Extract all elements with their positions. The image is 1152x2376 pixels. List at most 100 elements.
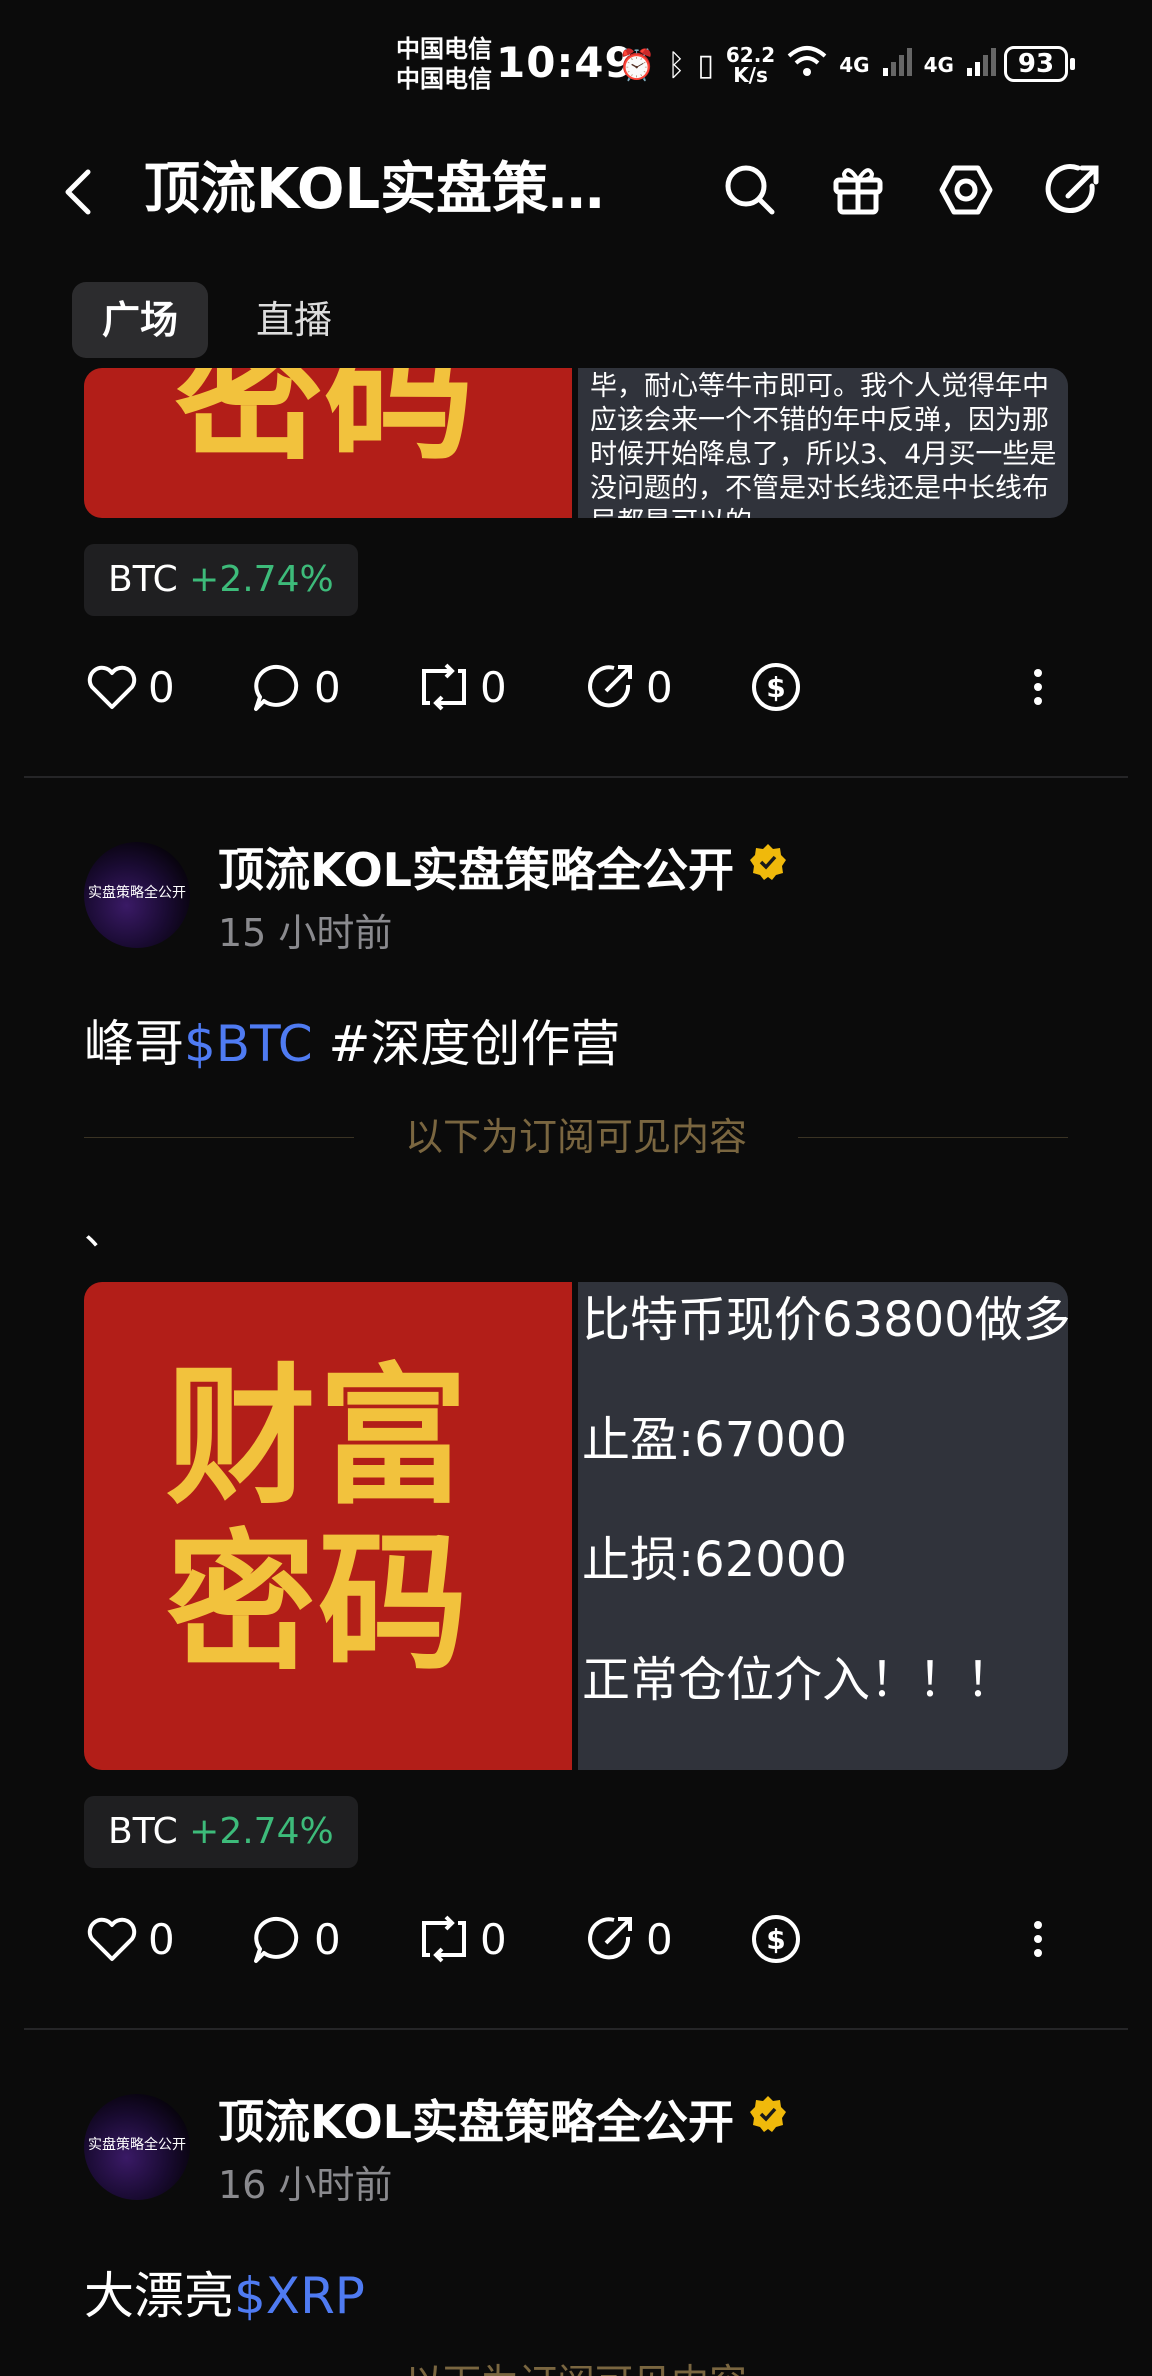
share-post-button[interactable]: 0 — [582, 1904, 673, 1974]
cashtag-link[interactable]: $XRP — [234, 2267, 365, 2325]
vibrate-icon: ▯ — [697, 47, 714, 83]
signal-2-label: 4G — [923, 53, 954, 77]
post-text: 峰哥$BTC #深度创作营 — [84, 1015, 621, 1073]
post-author[interactable]: 实盘策略全公开 顶流KOL实盘策略全公开 15 小时前 — [84, 834, 1084, 955]
gift-icon — [833, 168, 883, 215]
post-divider — [24, 2028, 1128, 2030]
like-button[interactable]: 0 — [84, 652, 175, 722]
comment-count: 0 — [314, 662, 341, 712]
repost-count: 0 — [480, 662, 507, 712]
subscription-label: 以下为订阅可见内容 — [84, 2358, 1068, 2376]
coin-tag-change: +2.74% — [189, 1811, 334, 1852]
comment-button[interactable]: 0 — [250, 1904, 341, 1974]
tip-button[interactable]: $ — [748, 1904, 804, 1974]
tab-live[interactable]: 直播 — [226, 282, 362, 358]
net-speed: 62.2 K/s — [725, 43, 776, 87]
post-image[interactable]: 财富 密码 比特币现价63800做多 止盈:67000 止损:62000 正常仓… — [84, 1282, 1068, 1770]
gear-icon — [939, 165, 993, 215]
more-options-button[interactable] — [1028, 652, 1048, 722]
post-divider — [24, 776, 1128, 778]
post-text: 大漂亮$XRP — [84, 2267, 365, 2325]
post-time: 15 小时前 — [218, 911, 393, 955]
signal-1-label: 4G — [839, 53, 870, 77]
clock: 10:49 — [496, 38, 635, 87]
signal-2-icon — [966, 46, 996, 84]
comment-icon — [254, 1916, 299, 1963]
post-image-title-line2: 密码 — [166, 1515, 471, 1691]
tab-plaza[interactable]: 广场 — [72, 282, 209, 358]
post-image[interactable]: 密码 毕，耐心等牛市即可。我个人觉得年中 应该会来一个不错的年中反弹，因为那 时… — [84, 368, 1068, 518]
post-time: 16 小时前 — [218, 2163, 393, 2207]
gift-button[interactable] — [826, 158, 890, 222]
tab-bar: 广场 直播 — [72, 282, 362, 358]
post-image-title-line1: 财富 — [166, 1349, 471, 1525]
like-button[interactable]: 0 — [84, 1904, 175, 1974]
heart-icon — [87, 1917, 137, 1961]
post-image-left: 密码 — [84, 368, 572, 518]
search-icon — [725, 165, 775, 215]
battery-indicator: 93 — [1004, 46, 1075, 82]
subscription-label: 以下为订阅可见内容 — [404, 1115, 747, 1159]
post-image-left: 财富 密码 — [84, 1282, 572, 1770]
status-bar: 中国电信 中国电信 10:49 ⏰ ᛒ ▯ 62.2 K/s 4G 4G 93 — [0, 0, 1152, 130]
repost-icon — [422, 663, 466, 711]
cashtag-link[interactable]: $BTC — [184, 1015, 313, 1073]
alarm-icon: ⏰ — [618, 47, 656, 83]
share-icon — [588, 1917, 632, 1960]
coin-tag[interactable]: BTC +2.74% — [84, 544, 358, 616]
settings-button[interactable] — [934, 158, 998, 222]
share-icon — [588, 665, 632, 708]
coin-tag-symbol: BTC — [108, 1811, 178, 1852]
share-button[interactable] — [1042, 158, 1106, 222]
post-author[interactable]: 实盘策略全公开 顶流KOL实盘策略全公开 16 小时前 — [84, 2086, 1084, 2207]
bluetooth-icon: ᛒ — [667, 47, 686, 83]
comment-icon — [254, 664, 299, 711]
repost-button[interactable]: 0 — [416, 652, 507, 722]
repost-icon — [422, 1915, 466, 1963]
repost-count: 0 — [480, 1914, 507, 1964]
search-button[interactable] — [718, 158, 782, 222]
post-image-right: 比特币现价63800做多 止盈:67000 止损:62000 正常仓位介入！！！ — [578, 1282, 1068, 1770]
share-count: 0 — [646, 662, 673, 712]
more-vertical-icon — [1034, 1921, 1042, 1957]
top-app-bar: 顶流KOL实盘策… — [0, 140, 1152, 240]
like-count: 0 — [148, 1914, 175, 1964]
svg-text:$: $ — [766, 1923, 785, 1956]
heart-icon — [87, 665, 137, 709]
avatar[interactable]: 实盘策略全公开 — [84, 2094, 190, 2200]
coin-tag-symbol: BTC — [108, 559, 178, 600]
chevron-left-icon — [65, 169, 91, 215]
back-button[interactable] — [50, 162, 110, 222]
post-extra-mark: 、 — [84, 1208, 124, 1254]
status-icons: ⏰ ᛒ ▯ 62.2 K/s 4G 4G — [618, 40, 996, 90]
subscription-divider: 以下为订阅可见内容 — [84, 1112, 1068, 1162]
carrier-1: 中国电信 — [396, 35, 492, 63]
repost-button[interactable]: 0 — [416, 1904, 507, 1974]
more-vertical-icon — [1034, 669, 1042, 705]
verified-badge-icon — [750, 844, 786, 880]
hashtag-link[interactable]: #深度创作营 — [313, 1015, 621, 1073]
post-image-text: 毕，耐心等牛市即可。我个人觉得年中 应该会来一个不错的年中反弹，因为那 时候开始… — [590, 371, 1057, 518]
more-options-button[interactable] — [1028, 1904, 1048, 1974]
like-count: 0 — [148, 662, 175, 712]
verified-badge-icon — [750, 2096, 786, 2132]
avatar[interactable]: 实盘策略全公开 — [84, 842, 190, 948]
comment-button[interactable]: 0 — [250, 652, 341, 722]
share-post-button[interactable]: 0 — [582, 652, 673, 722]
coin-tag[interactable]: BTC +2.74% — [84, 1796, 358, 1868]
share-icon — [1045, 164, 1099, 214]
author-name[interactable]: 顶流KOL实盘策略全公开 — [218, 834, 734, 900]
subscription-divider: 以下为订阅可见内容 — [84, 2358, 1068, 2376]
post-actions: 0 0 0 0 $ — [84, 652, 1068, 722]
signal-1-icon — [882, 46, 912, 84]
carrier-2: 中国电信 — [396, 65, 492, 93]
tip-button[interactable]: $ — [748, 652, 804, 722]
dollar-coin-icon: $ — [752, 663, 800, 711]
post-image-title: 密码 — [174, 368, 475, 481]
page-title: 顶流KOL实盘策… — [144, 157, 605, 222]
share-count: 0 — [646, 1914, 673, 1964]
carrier-labels: 中国电信 中国电信 — [396, 34, 492, 94]
author-name[interactable]: 顶流KOL实盘策略全公开 — [218, 2086, 734, 2152]
coin-tag-change: +2.74% — [189, 559, 334, 600]
post-actions: 0 0 0 0 $ — [84, 1904, 1068, 1974]
